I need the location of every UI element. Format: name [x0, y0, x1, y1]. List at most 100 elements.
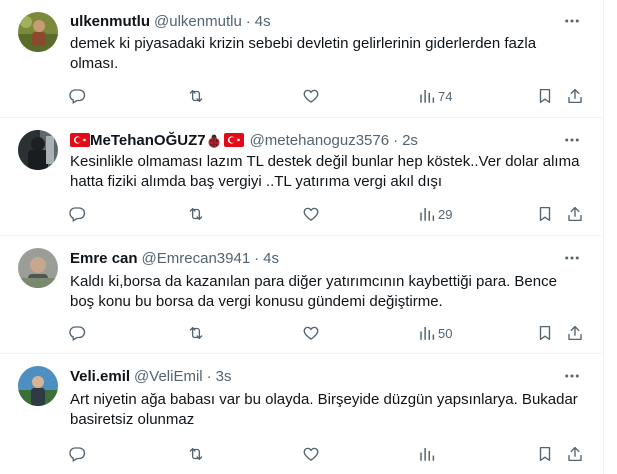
views-count: 29: [438, 206, 453, 222]
views-button[interactable]: [418, 444, 436, 464]
tweet-text-line: demek ki piyasadaki krizin sebebi devlet…: [70, 35, 537, 52]
tweet[interactable]: Emre can @Emrecan3941 · 4s Kaldı ki,bors…: [0, 236, 604, 354]
views-chart-icon: [418, 445, 436, 463]
views-chart-icon: [418, 87, 436, 105]
tweet-actions: 74: [60, 86, 590, 106]
separator: ·: [393, 131, 399, 149]
reply-button[interactable]: [68, 204, 86, 224]
tweet-text-line: basiretsiz olunmaz: [70, 411, 195, 428]
timestamp[interactable]: 4s: [255, 13, 271, 30]
tweet-text-line: boş konu bu borsa da vergi konusu gündem…: [70, 293, 443, 310]
share-button[interactable]: [566, 444, 584, 464]
retweet-icon: [186, 324, 206, 342]
like-button[interactable]: [302, 86, 320, 106]
like-button[interactable]: [302, 204, 320, 224]
tweet[interactable]: MeTehanOĞUZ7 @metehanoguz3576 · 2s Kesin…: [0, 118, 604, 236]
retweet-icon: [186, 205, 206, 223]
tweet-text-line: Kesinlikle olmaması lazım TL destek deği…: [70, 153, 580, 170]
more-horizontal-icon[interactable]: [562, 11, 582, 31]
tweet-header: MeTehanOĞUZ7 @metehanoguz3576 · 2s: [70, 130, 418, 150]
handle[interactable]: @VeliEmil: [134, 368, 203, 385]
handle[interactable]: @metehanoguz3576: [250, 132, 390, 149]
bookmark-icon: [536, 324, 554, 342]
display-name[interactable]: ulkenmutlu: [70, 13, 150, 30]
views-button[interactable]: 50: [418, 323, 452, 343]
reply-button[interactable]: [68, 86, 86, 106]
views-button[interactable]: 29: [418, 204, 452, 224]
tweet-actions: [60, 444, 590, 464]
bookmark-button[interactable]: [536, 204, 554, 224]
tweet-header: Veli.emil @VeliEmil · 3s: [70, 366, 231, 386]
share-button[interactable]: [566, 204, 584, 224]
timestamp[interactable]: 4s: [263, 250, 279, 267]
share-button[interactable]: [566, 86, 584, 106]
retweet-button[interactable]: [186, 444, 206, 464]
timestamp[interactable]: 3s: [216, 368, 232, 385]
ladybug-icon: [206, 133, 222, 148]
avatar[interactable]: [18, 12, 58, 52]
tweet-text-line: olması.: [70, 55, 119, 72]
reply-icon: [68, 205, 86, 223]
views-button[interactable]: 74: [418, 86, 452, 106]
tweet-text: Kaldı ki,borsa da kazanılan para diğer y…: [70, 272, 595, 312]
retweet-button[interactable]: [186, 86, 206, 106]
tweet-actions: 50: [60, 323, 590, 343]
retweet-icon: [186, 445, 206, 463]
tweet-header: Emre can @Emrecan3941 · 4s: [70, 248, 279, 268]
tweet-text: Art niyetin ağa babası var bu olayda. Bi…: [70, 390, 595, 430]
avatar[interactable]: [18, 130, 58, 170]
handle[interactable]: @ulkenmutlu: [154, 13, 242, 30]
like-button[interactable]: [302, 323, 320, 343]
reply-icon: [68, 445, 86, 463]
separator: ·: [245, 12, 251, 30]
bookmark-button[interactable]: [536, 323, 554, 343]
more-horizontal-icon[interactable]: [562, 130, 582, 150]
more-horizontal-icon[interactable]: [562, 248, 582, 268]
turkish-flag-icon: [70, 133, 90, 147]
timestamp[interactable]: 2s: [402, 132, 418, 149]
share-icon: [566, 205, 584, 223]
bookmark-button[interactable]: [536, 86, 554, 106]
reply-button[interactable]: [68, 444, 86, 464]
tweet-text-line: Art niyetin ağa babası var bu olayda. Bi…: [70, 391, 578, 408]
separator: ·: [206, 367, 212, 385]
bookmark-button[interactable]: [536, 444, 554, 464]
reply-button[interactable]: [68, 323, 86, 343]
views-count: 74: [438, 88, 453, 104]
heart-icon: [302, 205, 320, 223]
handle[interactable]: @Emrecan3941: [142, 250, 251, 267]
like-button[interactable]: [302, 444, 320, 464]
heart-icon: [302, 445, 320, 463]
share-button[interactable]: [566, 323, 584, 343]
heart-icon: [302, 324, 320, 342]
timeline: ulkenmutlu @ulkenmutlu · 4s demek ki piy…: [0, 0, 604, 474]
more-horizontal-icon[interactable]: [562, 366, 582, 386]
tweet-header: ulkenmutlu @ulkenmutlu · 4s: [70, 11, 271, 31]
share-icon: [566, 87, 584, 105]
heart-icon: [302, 87, 320, 105]
turkish-flag-icon: [223, 133, 244, 147]
bookmark-icon: [536, 87, 554, 105]
views-count: 50: [438, 325, 453, 341]
avatar[interactable]: [18, 248, 58, 288]
views-chart-icon: [418, 324, 436, 342]
separator: ·: [254, 249, 260, 267]
tweet-text: Kesinlikle olmaması lazım TL destek deği…: [70, 152, 595, 192]
retweet-button[interactable]: [186, 204, 206, 224]
display-name[interactable]: Veli.emil: [70, 368, 130, 385]
reply-icon: [68, 87, 86, 105]
tweet-actions: 29: [60, 204, 590, 224]
views-chart-icon: [418, 205, 436, 223]
share-icon: [566, 445, 584, 463]
avatar[interactable]: [18, 366, 58, 406]
bookmark-icon: [536, 205, 554, 223]
tweet-text: demek ki piyasadaki krizin sebebi devlet…: [70, 34, 570, 74]
tweet[interactable]: ulkenmutlu @ulkenmutlu · 4s demek ki piy…: [0, 0, 604, 118]
tweet-text-line: Kaldı ki,borsa da kazanılan para diğer y…: [70, 273, 557, 290]
display-name[interactable]: MeTehanOĞUZ7: [90, 132, 206, 149]
retweet-button[interactable]: [186, 323, 206, 343]
reply-icon: [68, 324, 86, 342]
retweet-icon: [186, 87, 206, 105]
tweet[interactable]: Veli.emil @VeliEmil · 3s Art niyetin ağa…: [0, 354, 604, 474]
display-name[interactable]: Emre can: [70, 250, 138, 267]
